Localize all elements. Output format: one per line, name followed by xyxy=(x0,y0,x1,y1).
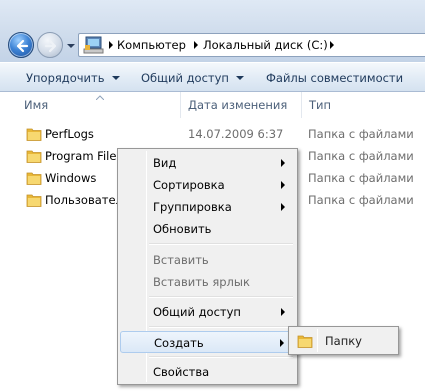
breadcrumb-local-disk[interactable]: Локальный диск (C:) xyxy=(203,38,328,52)
create-submenu: Папку xyxy=(288,326,399,355)
breadcrumb-computer[interactable]: Компьютер xyxy=(117,38,186,52)
file-name: Program Files xyxy=(45,149,123,163)
computer-icon xyxy=(83,36,104,54)
menu-item-label: Общий доступ xyxy=(153,305,241,319)
column-divider[interactable] xyxy=(301,92,302,118)
forward-button[interactable] xyxy=(37,32,63,58)
share-label: Общий доступ xyxy=(141,71,229,85)
address-bar-region: Компьютер Локальный диск (C:) xyxy=(0,0,425,62)
menu-separator xyxy=(149,296,293,298)
address-field[interactable]: Компьютер Локальный диск (C:) xyxy=(78,33,425,57)
submenu-arrow-icon xyxy=(281,308,285,316)
file-type: Папка с файлами xyxy=(308,193,414,207)
folder-icon xyxy=(26,150,42,163)
menu-item-group[interactable]: Группировка xyxy=(120,196,295,218)
file-name: Пользовател xyxy=(45,193,123,207)
column-header-modified[interactable]: Дата изменения xyxy=(188,92,287,118)
column-header-type[interactable]: Тип xyxy=(309,92,331,118)
menu-item-label: Сортировка xyxy=(153,178,225,192)
submenu-arrow-icon xyxy=(281,159,285,167)
column-divider[interactable] xyxy=(180,92,181,118)
menu-item-properties[interactable]: Свойства xyxy=(120,361,295,383)
organize-button[interactable]: Упорядочить xyxy=(26,71,120,85)
forward-arrow-icon xyxy=(44,39,57,53)
menu-item-label: Создать xyxy=(154,336,204,350)
menu-item-sort[interactable]: Сортировка xyxy=(120,174,295,196)
breadcrumb-chevron-icon[interactable] xyxy=(328,40,336,50)
back-arrow-icon xyxy=(16,39,29,53)
command-bar: Упорядочить Общий доступ Файлы совместим… xyxy=(0,62,425,92)
menu-item-label: Вид xyxy=(153,156,177,170)
menu-item-paste-shortcut[interactable]: Вставить ярлык xyxy=(120,271,295,293)
context-menu: Вид Сортировка Группировка Обновить Вста… xyxy=(117,148,298,385)
file-row[interactable]: PerfLogs 14.07.2009 6:37 Папка с файлами xyxy=(0,124,425,146)
file-type: Папка с файлами xyxy=(308,149,414,163)
dropdown-arrow-icon xyxy=(111,76,120,80)
back-button[interactable] xyxy=(8,32,34,58)
compat-files-button[interactable]: Файлы совместимости xyxy=(266,71,403,85)
folder-icon xyxy=(297,335,313,348)
sort-ascending-icon xyxy=(96,95,104,100)
submenu-arrow-icon xyxy=(280,339,284,347)
menu-item-label: Вставить xyxy=(153,253,209,267)
file-type: Папка с файлами xyxy=(308,171,414,185)
menu-item-label: Свойства xyxy=(153,365,210,379)
submenu-arrow-icon xyxy=(281,181,285,189)
breadcrumb-chevron-icon[interactable] xyxy=(107,40,115,50)
menu-item-refresh[interactable]: Обновить xyxy=(120,218,295,240)
submenu-item-folder[interactable]: Папку xyxy=(291,329,396,352)
folder-icon xyxy=(26,194,42,207)
share-button[interactable]: Общий доступ xyxy=(141,71,244,85)
folder-icon xyxy=(26,172,42,185)
menu-item-view[interactable]: Вид xyxy=(120,152,295,174)
file-modified: 14.07.2009 6:37 xyxy=(188,127,284,141)
menu-item-label: Группировка xyxy=(153,200,232,214)
menu-item-label: Вставить ярлык xyxy=(153,275,250,289)
folder-icon xyxy=(26,128,42,141)
menu-item-label: Папку xyxy=(325,334,362,348)
file-name: PerfLogs xyxy=(45,127,94,141)
menu-item-share[interactable]: Общий доступ xyxy=(120,301,295,323)
menu-item-create[interactable]: Создать xyxy=(120,331,295,353)
submenu-arrow-icon xyxy=(281,203,285,211)
menu-separator xyxy=(149,326,293,328)
menu-item-paste[interactable]: Вставить xyxy=(120,249,295,271)
file-type: Папка с файлами xyxy=(308,127,414,141)
column-header-name[interactable]: Имя xyxy=(24,92,48,118)
menu-item-label: Обновить xyxy=(153,222,212,236)
organize-label: Упорядочить xyxy=(26,71,105,85)
dropdown-arrow-icon xyxy=(235,76,244,80)
breadcrumb-chevron-icon[interactable] xyxy=(192,40,200,50)
file-name: Windows xyxy=(45,171,97,185)
menu-separator xyxy=(149,243,293,245)
recent-pages-dropdown-icon[interactable] xyxy=(66,42,76,50)
menu-separator xyxy=(149,356,293,358)
